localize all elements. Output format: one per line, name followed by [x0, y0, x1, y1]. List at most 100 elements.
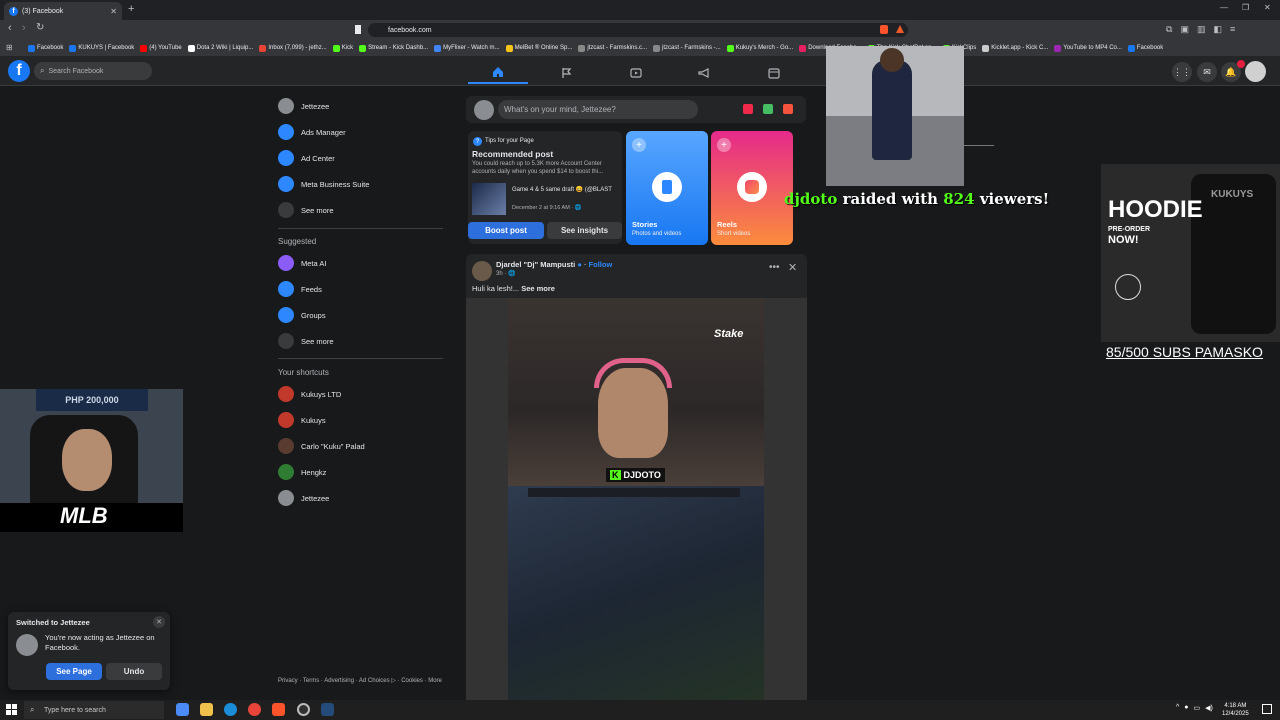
shortcut-item[interactable]: Hengkz [278, 460, 444, 484]
chrome-icon[interactable] [248, 703, 261, 716]
maximize-icon[interactable]: ❐ [1242, 3, 1249, 12]
suggested-item[interactable]: See more [278, 329, 444, 353]
shortcut-item-label: Jettezee [301, 493, 330, 503]
sidebar-item-icon [278, 98, 294, 114]
brave-icon[interactable] [272, 703, 285, 716]
more-options-icon[interactable]: ••• [769, 262, 780, 273]
sidebar-icon[interactable]: ▥ [1197, 24, 1206, 35]
shortcut-item[interactable]: Kukuys [278, 408, 444, 432]
photo-video-icon[interactable] [763, 104, 773, 114]
bookmark-item[interactable]: Kukuy's Merch - Go... [726, 44, 793, 52]
footer-links[interactable]: Privacy · Terms · Advertising · Ad Choic… [278, 677, 448, 686]
sidebar-item-icon [278, 150, 294, 166]
account-avatar[interactable] [1245, 61, 1266, 82]
sponsor-logo: Stake [714, 328, 744, 340]
notification-center-icon[interactable] [1262, 704, 1272, 714]
bookmark-item[interactable]: Dota 2 Wiki | Liquip... [187, 44, 253, 52]
reels-card[interactable]: + Reels Short videos [711, 131, 793, 245]
kick-app-icon[interactable] [321, 703, 334, 716]
bookmark-item[interactable]: jtzcast - Farmskins -... [653, 44, 721, 52]
tray-chevron-icon[interactable]: ^ [1176, 704, 1179, 712]
see-more-link[interactable]: See more [521, 284, 555, 293]
composer-input[interactable]: What's on your mind, Jettezee? [498, 100, 698, 119]
boost-post-button[interactable]: Boost post [468, 222, 544, 239]
messenger-icon[interactable]: ✉ [1197, 62, 1217, 82]
sidebar-item[interactable]: Ad Center [278, 146, 444, 170]
bookmark-item[interactable]: MelBet ® Online Sp... [505, 44, 572, 52]
shortcut-item[interactable]: Carlo "Kuku" Palad [278, 434, 444, 458]
brave-shield-icon[interactable] [880, 25, 888, 34]
facebook-logo-icon[interactable]: f [8, 60, 30, 82]
minimize-icon[interactable]: — [1220, 3, 1228, 12]
bookmark-item[interactable]: (4) YouTube [140, 44, 182, 52]
stories-card[interactable]: + Stories Photos and videos [626, 131, 708, 245]
sidebar-item[interactable]: Jettezee [278, 94, 444, 118]
obs-icon[interactable] [297, 703, 310, 716]
taskbar-clock[interactable]: 4:18 AM 12/4/2025 [1222, 702, 1249, 718]
sidebar-item[interactable]: Meta Business Suite [278, 172, 444, 196]
reel-icon[interactable] [783, 104, 793, 114]
shortcut-item[interactable]: Jettezee [278, 486, 444, 510]
undo-button[interactable]: Undo [106, 663, 162, 680]
wallet-icon[interactable]: ▣ [1180, 24, 1189, 35]
close-tab-icon[interactable]: ✕ [110, 7, 117, 16]
close-window-icon[interactable]: ✕ [1264, 3, 1271, 12]
bookmark-item[interactable]: Facebook [1127, 44, 1163, 52]
shortcut-item[interactable]: Kukuys LTD [278, 382, 444, 406]
live-video-icon[interactable] [743, 104, 753, 114]
menu-grid-icon[interactable]: ⋮⋮ [1172, 62, 1192, 82]
url-input[interactable]: facebook.com [368, 23, 908, 37]
profile-icon[interactable]: ◧ [1213, 24, 1222, 35]
copilot-icon[interactable] [176, 703, 189, 716]
file-explorer-icon[interactable] [200, 703, 213, 716]
bookmark-item[interactable]: jtzcast - Farmskins.c... [578, 44, 647, 52]
hoodie-now: NOW! [1108, 234, 1139, 246]
see-page-button[interactable]: See Page [46, 663, 102, 680]
suggested-item[interactable]: Meta AI [278, 251, 444, 275]
follow-link[interactable]: Follow [589, 260, 613, 269]
apps-grid-icon[interactable]: ⊞ [6, 43, 13, 52]
bookmark-item[interactable]: KUKUYS | Facebook [69, 44, 134, 52]
forward-icon[interactable]: › [22, 22, 26, 34]
sidebar-item[interactable]: See more [278, 198, 444, 222]
post-thumbnail [472, 183, 506, 215]
facebook-search-input[interactable]: ⌕ Search Facebook [34, 62, 152, 80]
menu-icon[interactable]: ≡ [1230, 24, 1235, 35]
brave-rewards-icon[interactable] [896, 25, 904, 33]
reload-icon[interactable]: ↻ [36, 22, 44, 33]
taskbar-search-input[interactable]: Type here to search [24, 701, 164, 719]
extensions-icon[interactable]: ⧉ [1166, 24, 1172, 35]
bookmark-item[interactable]: Facebook [28, 44, 63, 52]
suggested-item[interactable]: Feeds [278, 277, 444, 301]
divider [278, 228, 443, 229]
nav-home-icon[interactable] [468, 62, 528, 84]
close-post-icon[interactable]: ✕ [788, 261, 797, 274]
bookmark-item[interactable]: MyFlixer - Watch m... [434, 44, 500, 52]
sidebar-item[interactable]: Ads Manager [278, 120, 444, 144]
bookmark-item[interactable]: Kicklet.app - Kick C... [982, 44, 1048, 52]
suggested-item[interactable]: Groups [278, 303, 444, 327]
network-icon[interactable]: ▭ [1194, 704, 1201, 712]
author-avatar[interactable] [472, 261, 492, 281]
start-menu-icon[interactable] [6, 704, 17, 715]
bookmark-item[interactable]: Kick [332, 44, 353, 52]
bookmark-icon[interactable] [355, 25, 361, 34]
back-icon[interactable]: ‹ [8, 22, 12, 34]
nav-video-icon[interactable] [606, 62, 666, 84]
add-reel-icon[interactable]: + [717, 138, 731, 152]
browser-tab[interactable]: f (3) Facebook ✕ [4, 2, 122, 20]
post-author[interactable]: Djardel "Dj" Mampusti [496, 260, 575, 269]
add-story-icon[interactable]: + [632, 138, 646, 152]
see-insights-button[interactable]: See insights [547, 222, 622, 239]
bookmark-item[interactable]: YouTube to MP4 Co... [1054, 44, 1122, 52]
mic-icon[interactable]: ● [1184, 704, 1188, 712]
bookmark-item[interactable]: Inbox (7,099) - jethz... [259, 44, 327, 52]
nav-events-icon[interactable] [744, 62, 804, 84]
new-tab-icon[interactable]: + [128, 3, 134, 15]
volume-icon[interactable]: ◀) [1205, 704, 1213, 712]
nav-ads-icon[interactable] [674, 62, 734, 84]
bookmark-item[interactable]: Stream - Kick Dashb... [359, 44, 428, 52]
edge-icon[interactable] [224, 703, 237, 716]
toast-close-icon[interactable]: ✕ [153, 616, 165, 628]
nav-pages-icon[interactable] [536, 62, 596, 84]
